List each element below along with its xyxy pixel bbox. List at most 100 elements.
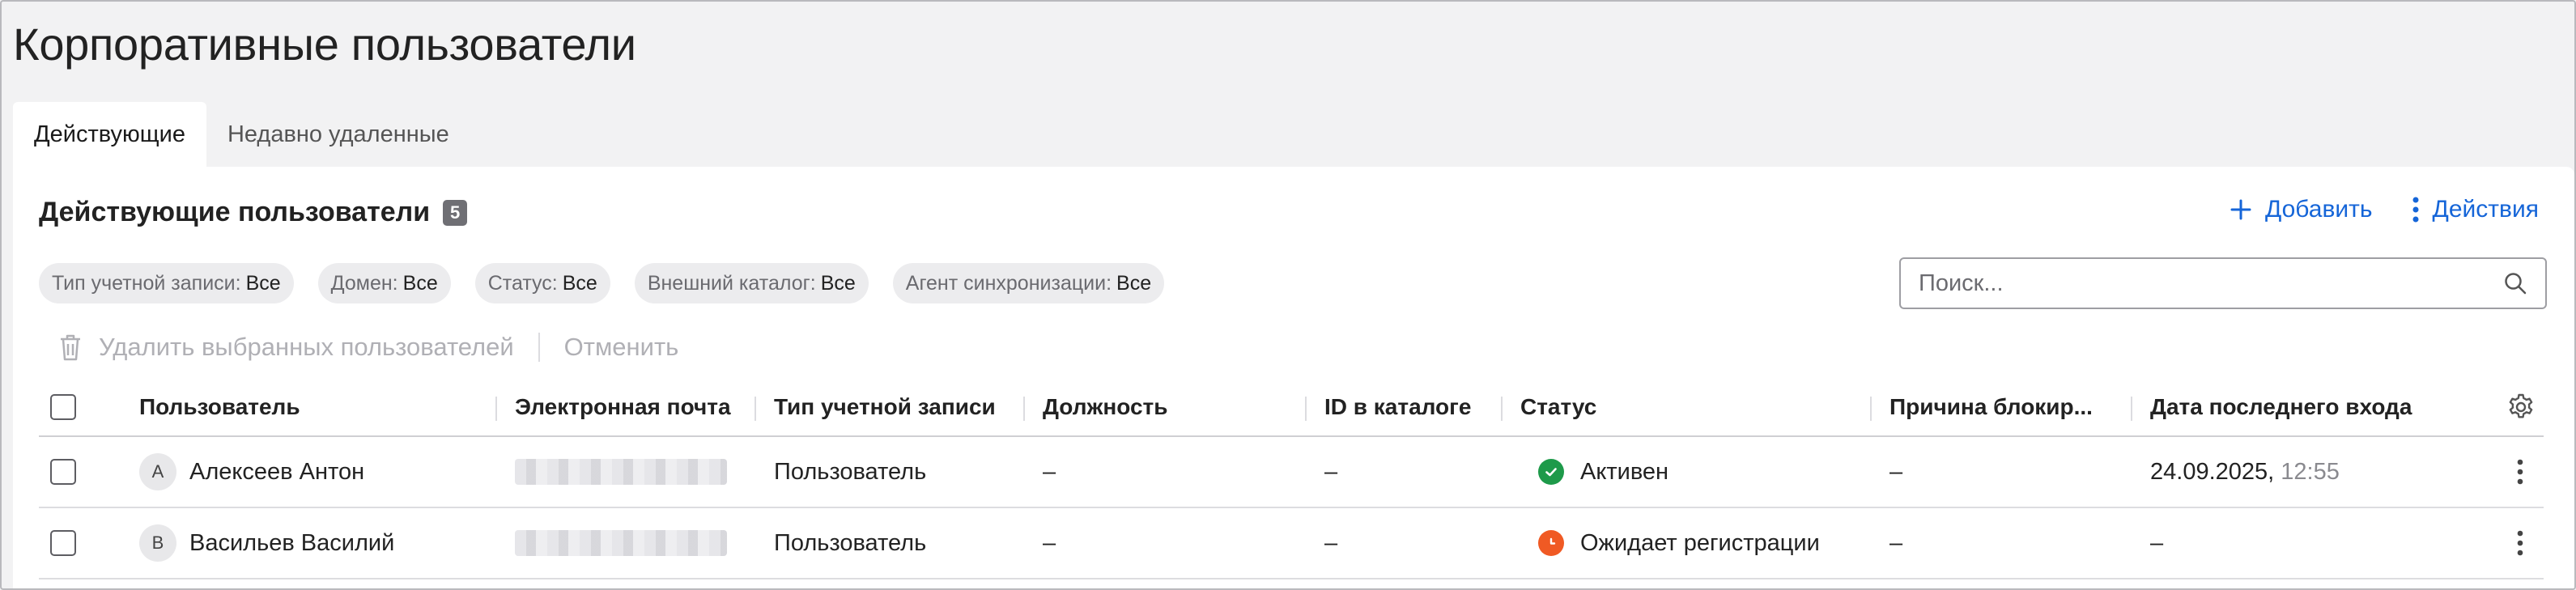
- column-header-user[interactable]: Пользователь: [139, 379, 300, 435]
- filter-status[interactable]: Статус: Все: [474, 263, 610, 303]
- filter-value: Все: [402, 271, 438, 295]
- table-row[interactable]: А Алексеев Антон Пользователь – – Активе…: [39, 437, 2544, 508]
- filter-label: Агент синхронизации:: [905, 271, 1112, 295]
- row-select-cell: [50, 437, 76, 507]
- tab-bar: Действующие Недавно удаленные: [13, 102, 470, 167]
- actions-menu-button[interactable]: Действия: [2412, 196, 2539, 223]
- tab-recently-deleted[interactable]: Недавно удаленные: [206, 102, 470, 167]
- bulk-actions-bar: Удалить выбранных пользователей Отменить: [58, 333, 678, 362]
- row-menu-button[interactable]: [2516, 508, 2524, 578]
- users-table: Пользователь Электронная почта Тип учетн…: [39, 379, 2544, 579]
- filter-sync-agent[interactable]: Агент синхронизации: Все: [892, 263, 1165, 303]
- column-divider[interactable]: [1305, 397, 1307, 421]
- column-header-status[interactable]: Статус: [1520, 379, 1596, 435]
- trash-icon: [61, 334, 80, 361]
- avatar: В: [139, 524, 176, 562]
- user-cell: В Васильев Василий: [139, 508, 394, 578]
- last-login-time: 12:55: [2281, 458, 2340, 485]
- filter-value: Все: [1116, 271, 1152, 295]
- table-row[interactable]: В Васильев Василий Пользователь – – Ожид…: [39, 508, 2544, 579]
- column-divider[interactable]: [2131, 397, 2132, 421]
- page-title: Корпоративные пользователи: [13, 19, 636, 70]
- search-box: [1899, 257, 2547, 309]
- user-name[interactable]: Алексеев Антон: [189, 459, 364, 486]
- email-cell: [515, 437, 727, 507]
- add-user-label: Добавить: [2264, 196, 2373, 223]
- last-login-cell: –: [2150, 508, 2163, 578]
- row-checkbox[interactable]: [50, 459, 76, 485]
- last-login-cell: 24.09.2025, 12:55: [2150, 437, 2340, 507]
- check-circle-icon: [1538, 459, 1564, 485]
- column-header-position[interactable]: Должность: [1043, 379, 1167, 435]
- vertical-dots-icon: [2517, 459, 2523, 485]
- position-cell: –: [1043, 458, 1056, 485]
- column-divider[interactable]: [495, 397, 497, 421]
- row-select-cell: [50, 508, 76, 578]
- filter-label: Внешний каталог:: [647, 271, 816, 295]
- status-cell: Активен: [1538, 437, 1668, 507]
- delete-selected-label: Удалить выбранных пользователей: [99, 333, 514, 361]
- avatar: А: [139, 453, 176, 490]
- user-cell: А Алексеев Антон: [139, 437, 364, 507]
- last-login-date: –: [2150, 529, 2164, 556]
- block-reason-cell: –: [1889, 458, 1903, 485]
- filter-value: Все: [820, 271, 856, 295]
- cancel-button[interactable]: Отменить: [564, 333, 679, 362]
- status-text: Ожидает регистрации: [1580, 529, 1820, 556]
- actions-menu-label: Действия: [2432, 196, 2539, 223]
- add-user-button[interactable]: Добавить: [2230, 196, 2373, 223]
- user-count-badge: 5: [443, 199, 468, 226]
- column-header-block-reason[interactable]: Причина блокир...: [1889, 379, 2093, 435]
- section-title: Действующие пользователи: [39, 197, 431, 227]
- tab-active-users[interactable]: Действующие: [13, 102, 206, 167]
- column-divider[interactable]: [755, 397, 756, 421]
- plus-icon: [2230, 199, 2251, 220]
- select-all-checkbox[interactable]: [50, 394, 76, 420]
- user-name[interactable]: Васильев Василий: [189, 530, 394, 557]
- app-window: Корпоративные пользователи Действующие Н…: [0, 0, 2576, 590]
- column-divider[interactable]: [1501, 397, 1503, 421]
- column-header-catalog-id[interactable]: ID в каталоге: [1324, 379, 1471, 435]
- block-reason-cell: –: [1889, 529, 1903, 556]
- filter-domain[interactable]: Домен: Все: [317, 263, 451, 303]
- gear-icon: [2509, 393, 2533, 418]
- row-menu-button[interactable]: [2516, 437, 2524, 507]
- vertical-dots-icon: [2517, 530, 2523, 556]
- filter-label: Домен:: [330, 271, 398, 295]
- last-login-date: 24.09.2025,: [2150, 458, 2275, 485]
- position-cell: –: [1043, 529, 1056, 556]
- column-header-last-login[interactable]: Дата последнего входа: [2150, 379, 2412, 435]
- clock-icon: [1538, 530, 1564, 556]
- email-cell: [515, 508, 727, 578]
- search-icon[interactable]: [2503, 271, 2527, 295]
- catalog-id-cell: –: [1324, 529, 1338, 556]
- filter-external-catalog[interactable]: Внешний каталог: Все: [634, 263, 869, 303]
- vertical-dots-icon: [2412, 197, 2419, 223]
- column-header-email[interactable]: Электронная почта: [515, 379, 731, 435]
- filter-value: Все: [245, 271, 281, 295]
- column-divider[interactable]: [1023, 397, 1025, 421]
- search-input[interactable]: [1919, 270, 2503, 297]
- account-type-cell: Пользователь: [774, 529, 927, 556]
- account-type-cell: Пользователь: [774, 458, 927, 485]
- filter-label: Тип учетной записи:: [52, 271, 241, 295]
- status-text: Активен: [1580, 458, 1669, 485]
- divider: [538, 333, 540, 362]
- filter-bar: Тип учетной записи: Все Домен: Все Статус:…: [39, 263, 1165, 303]
- column-header-account-type[interactable]: Тип учетной записи: [774, 379, 996, 435]
- filter-account-type[interactable]: Тип учетной записи: Все: [39, 263, 294, 303]
- row-checkbox[interactable]: [50, 530, 76, 556]
- redacted-email: [515, 459, 727, 485]
- select-all-cell: [50, 379, 76, 435]
- column-divider[interactable]: [1870, 397, 1872, 421]
- filter-label: Статус:: [487, 271, 558, 295]
- status-cell: Ожидает регистрации: [1538, 508, 1820, 578]
- users-panel: Действующие пользователи 5 Добавить Дейс…: [13, 167, 2574, 588]
- column-settings-button[interactable]: [2506, 379, 2536, 435]
- delete-selected-button[interactable]: Удалить выбранных пользователей: [58, 333, 514, 362]
- section-header: Действующие пользователи 5: [39, 197, 468, 228]
- header-actions: Добавить Действия: [2230, 196, 2539, 223]
- catalog-id-cell: –: [1324, 458, 1338, 485]
- redacted-email: [515, 530, 727, 556]
- table-header-row: Пользователь Электронная почта Тип учетн…: [39, 379, 2544, 437]
